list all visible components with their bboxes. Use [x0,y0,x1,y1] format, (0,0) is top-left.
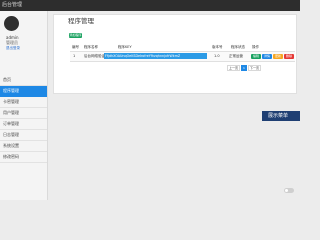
main-content [49,11,300,200]
sidebar-item-logs[interactable]: 日志管理 [0,130,47,141]
sidebar-item-cards[interactable]: 卡密管理 [0,97,47,108]
page-title: 程序管理 [68,17,94,25]
cell-version: 1.0 [214,54,220,58]
column-header-actions: 操作 [252,45,259,49]
sidebar-nav: 首页 程序管理 卡密管理 用户管理 订单管理 日志管理 系统设置 修改密码 [0,75,47,163]
user-role: 管理员 [6,40,18,45]
sidebar: admin 管理员 退出登录 首页 程序管理 卡密管理 用户管理 订单管理 日志… [0,11,48,200]
add-program-button[interactable]: 添加程序 [69,33,82,38]
sidebar-item-password[interactable]: 修改密码 [0,152,47,163]
pagination-current[interactable]: 1 [241,65,247,71]
cell-id: 1 [73,54,76,58]
pagination-prev[interactable]: 上一页 [227,65,240,71]
app-title: 后台管理 [2,2,23,8]
detail-button[interactable]: 详情 [262,54,272,59]
avatar[interactable] [4,16,19,31]
cell-program-key[interactable]: FfjdhXOAUnqOeKSDeIrofreYfhzqhnnjxfrWkmZ [104,53,207,59]
table-row-divider [70,61,295,62]
pagination-next[interactable]: 下一页 [248,65,261,71]
top-bar: 后台管理 [0,0,300,11]
column-header-id: 编号 [72,45,79,49]
bottom-toggle[interactable] [284,188,294,193]
sidebar-item-programs[interactable]: 程序管理 [0,86,47,97]
cell-status: 正常运营 [229,54,243,58]
column-header-name: 程序名称 [84,45,98,49]
edit-button[interactable]: 编辑 [251,54,261,59]
column-header-key: 程序KEY [118,45,132,49]
update-button[interactable]: 更新 [273,54,283,59]
toggle-knob [285,189,288,192]
floating-banner[interactable]: 展示菜单 [262,111,300,121]
sidebar-item-home[interactable]: 首页 [0,75,47,86]
sidebar-item-users[interactable]: 用户管理 [0,108,47,119]
sidebar-item-orders[interactable]: 订单管理 [0,119,47,130]
column-header-status: 程序状态 [231,45,245,49]
logout-link[interactable]: 退出登录 [6,46,20,51]
sidebar-item-settings[interactable]: 系统设置 [0,141,47,152]
column-header-version: 版本号 [212,45,223,49]
delete-button[interactable]: 删除 [284,54,294,59]
